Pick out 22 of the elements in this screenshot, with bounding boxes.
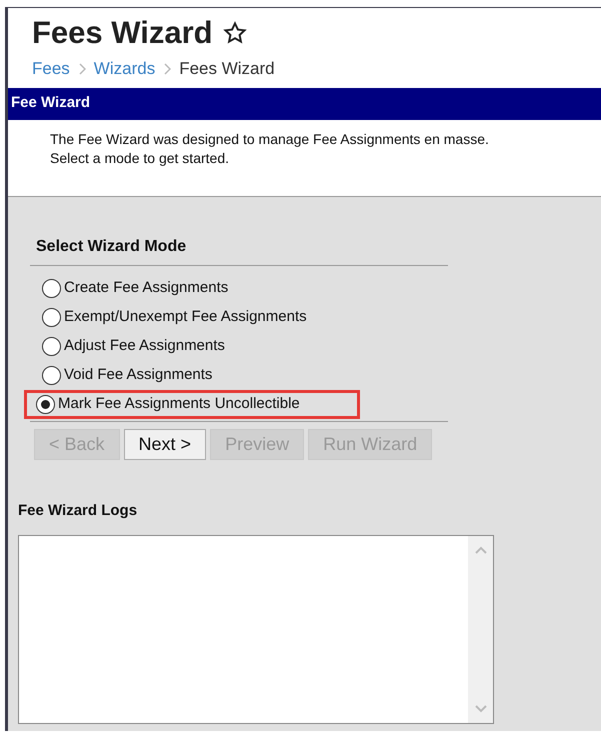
page-title: Fees Wizard bbox=[32, 14, 213, 52]
breadcrumb-link[interactable]: Fees bbox=[32, 56, 70, 82]
panel-header: Fee Wizard bbox=[8, 88, 601, 120]
radio-button[interactable] bbox=[42, 308, 61, 326]
radio-label: Mark Fee Assignments Uncollectible bbox=[58, 394, 300, 414]
radio-label: Adjust Fee Assignments bbox=[64, 336, 225, 356]
wizard-button[interactable]: Next > bbox=[124, 428, 206, 460]
breadcrumb-current: Fees Wizard bbox=[179, 58, 275, 80]
breadcrumb-link[interactable]: Wizards bbox=[94, 56, 156, 82]
radio-label: Exempt/Unexempt Fee Assignments bbox=[64, 306, 307, 327]
radio-button[interactable] bbox=[42, 336, 61, 356]
section-title: Select Wizard Mode bbox=[30, 234, 448, 266]
radio-label: Void Fee Assignments bbox=[64, 364, 212, 385]
chevron-icon bbox=[78, 62, 86, 75]
chevron-icon bbox=[163, 62, 172, 75]
radio-button[interactable] bbox=[36, 394, 55, 414]
description-text: The Fee Wizard was designed to manage Fee Assignments en masse. Select a mode to get started. bbox=[50, 130, 490, 168]
logs-title: Fee Wizard Logs bbox=[18, 500, 138, 520]
star-icon[interactable] bbox=[222, 21, 247, 45]
radio-label: Create Fee Assignments bbox=[64, 278, 228, 298]
radio-button[interactable] bbox=[42, 366, 61, 384]
radio-button[interactable] bbox=[42, 278, 61, 298]
